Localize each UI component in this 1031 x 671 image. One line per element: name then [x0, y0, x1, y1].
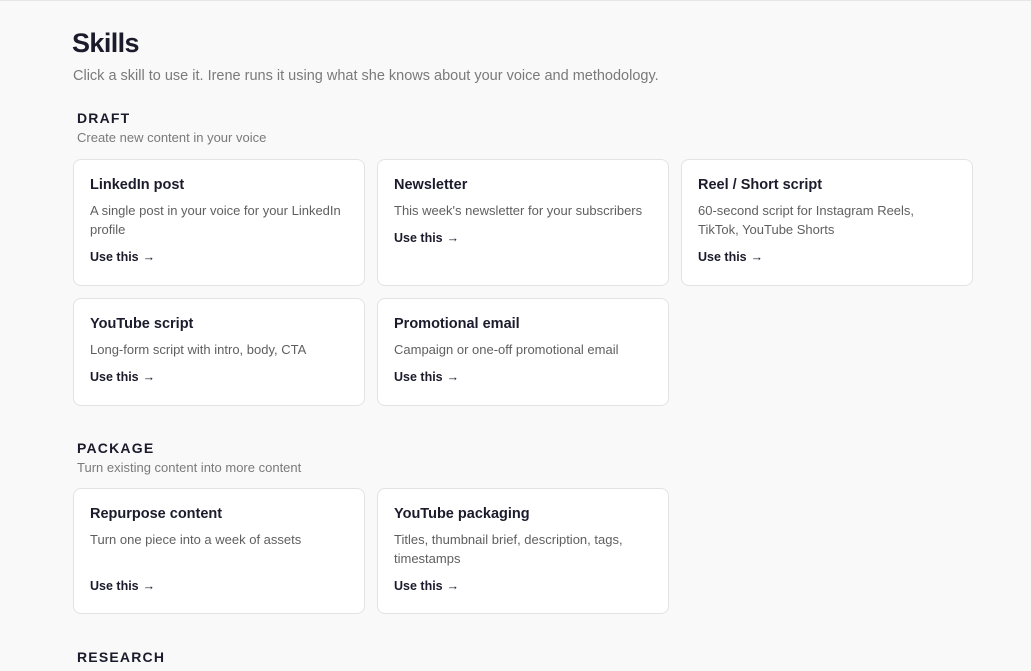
skill-title: YouTube packaging: [394, 506, 530, 522]
skill-description: This week's newsletter for your subscrib…: [394, 203, 643, 218]
section-description: Create new content in your voice: [77, 130, 267, 145]
skill-title: YouTube script: [90, 316, 194, 332]
section-package: PACKAGE Turn existing content into more …: [73, 440, 973, 614]
skill-description: A single post in your voice for your Lin…: [90, 203, 341, 237]
page-subtitle: Click a skill to use it. Irene runs it u…: [73, 68, 659, 84]
skill-title: LinkedIn post: [90, 177, 185, 193]
use-this-button[interactable]: Use this →: [698, 250, 763, 264]
skill-description: 60-second script for Instagram Reels, Ti…: [698, 203, 915, 237]
section-title: PACKAGE: [77, 440, 155, 456]
skill-description: Titles, thumbnail brief, description, ta…: [394, 532, 623, 566]
skill-card-reel-short-script[interactable]: Reel / Short script 60-second script for…: [681, 159, 973, 286]
page-title: Skills: [72, 28, 140, 58]
arrow-right-icon: →: [142, 250, 156, 264]
arrow-right-icon: →: [446, 231, 460, 245]
skill-title: Reel / Short script: [698, 177, 823, 193]
arrow-right-icon: →: [750, 250, 764, 264]
skill-card-newsletter[interactable]: Newsletter This week's newsletter for yo…: [377, 159, 669, 286]
use-this-button[interactable]: Use this →: [394, 370, 459, 384]
skills-page: Skills Click a skill to use it. Irene ru…: [0, 0, 1031, 671]
skill-grid: LinkedIn post A single post in your voic…: [73, 159, 973, 406]
skill-description: Campaign or one-off promotional email: [394, 342, 619, 357]
section-title: RESEARCH: [77, 649, 166, 665]
arrow-right-icon: →: [446, 579, 460, 593]
use-this-button[interactable]: Use this →: [90, 579, 155, 593]
skill-title: Newsletter: [394, 177, 468, 193]
skill-card-repurpose-content[interactable]: Repurpose content Turn one piece into a …: [73, 488, 365, 614]
section-description: Turn existing content into more content: [77, 460, 302, 475]
skill-description: Long-form script with intro, body, CTA: [90, 342, 307, 357]
arrow-right-icon: →: [446, 370, 460, 384]
skill-card-promotional-email[interactable]: Promotional email Campaign or one-off pr…: [377, 298, 669, 406]
skill-title: Promotional email: [394, 316, 520, 332]
section-research: RESEARCH: [73, 649, 973, 665]
skill-title: Repurpose content: [90, 506, 223, 522]
use-this-button[interactable]: Use this →: [394, 231, 459, 245]
use-this-button[interactable]: Use this →: [394, 579, 459, 593]
section-title: DRAFT: [77, 110, 131, 126]
use-this-button[interactable]: Use this →: [90, 250, 155, 264]
use-this-button[interactable]: Use this →: [90, 370, 155, 384]
skill-card-youtube-packaging[interactable]: YouTube packaging Titles, thumbnail brie…: [377, 488, 669, 614]
skill-grid: Repurpose content Turn one piece into a …: [73, 488, 973, 614]
section-draft: DRAFT Create new content in your voice L…: [73, 110, 973, 406]
arrow-right-icon: →: [142, 370, 156, 384]
skill-card-linkedin-post[interactable]: LinkedIn post A single post in your voic…: [73, 159, 365, 286]
skill-description: Turn one piece into a week of assets: [90, 532, 302, 547]
skill-card-youtube-script[interactable]: YouTube script Long-form script with int…: [73, 298, 365, 406]
arrow-right-icon: →: [142, 579, 156, 593]
